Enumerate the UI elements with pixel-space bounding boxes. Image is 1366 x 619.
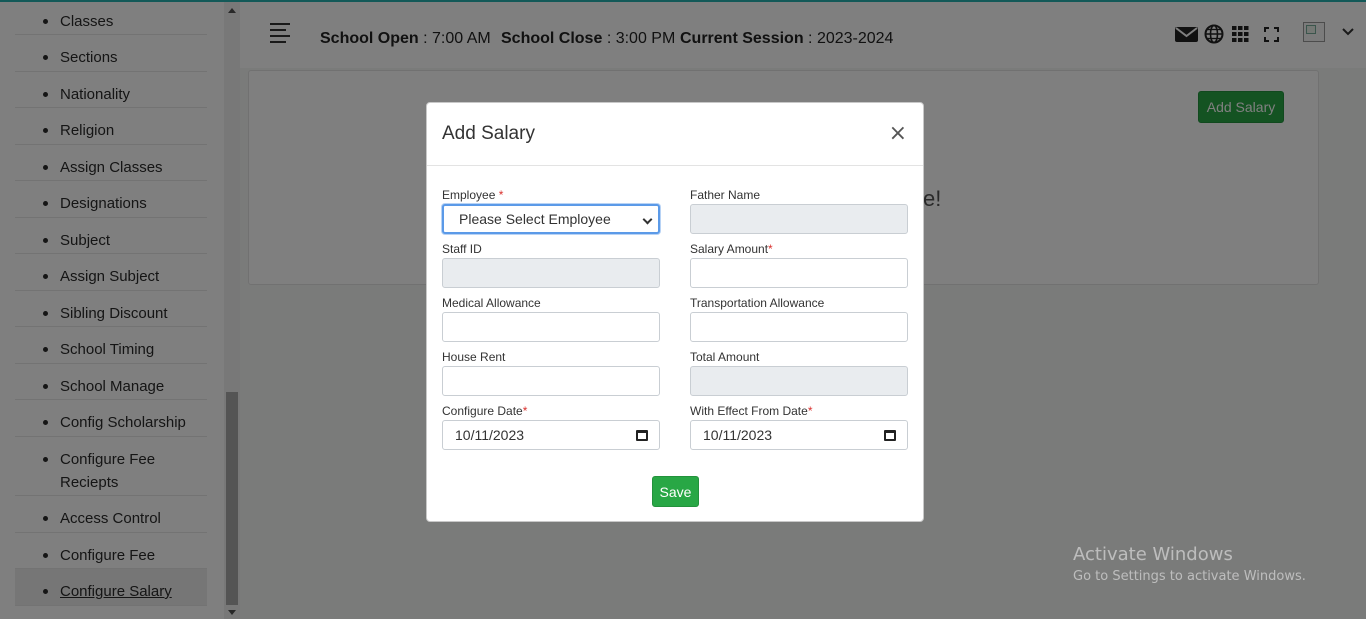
effect-date-field: With Effect From Date* 10/11/2023 [690, 404, 908, 450]
salary-amount-field: Salary Amount* [690, 242, 908, 288]
medical-allowance-field: Medical Allowance [442, 296, 660, 342]
modal-header: Add Salary × [427, 103, 923, 166]
house-rent-field: House Rent [442, 350, 660, 396]
watermark-subtitle: Go to Settings to activate Windows. [1073, 569, 1306, 584]
staff-id-label: Staff ID [442, 242, 482, 256]
configure-date-value: 10/11/2023 [455, 427, 525, 443]
salary-amount-input[interactable] [690, 258, 908, 288]
effect-date-value: 10/11/2023 [703, 427, 773, 443]
transportation-allowance-field: Transportation Allowance [690, 296, 908, 342]
activate-windows-watermark: Activate Windows Go to Settings to activ… [1073, 544, 1306, 584]
employee-field: Employee * Please Select Employee [442, 188, 660, 234]
father-name-input [690, 204, 908, 234]
medical-allowance-label: Medical Allowance [442, 296, 541, 310]
configure-date-label: Configure Date* [442, 404, 528, 418]
add-salary-modal: Add Salary × Employee * Please Select Em… [426, 102, 924, 522]
total-amount-field: Total Amount [690, 350, 908, 396]
transportation-allowance-input[interactable] [690, 312, 908, 342]
house-rent-label: House Rent [442, 350, 506, 364]
transportation-allowance-label: Transportation Allowance [690, 296, 825, 310]
salary-amount-label: Salary Amount* [690, 242, 773, 256]
calendar-icon[interactable] [884, 430, 896, 441]
calendar-icon[interactable] [636, 430, 648, 441]
employee-select-value: Please Select Employee [459, 211, 611, 227]
configure-date-input[interactable]: 10/11/2023 [442, 420, 660, 450]
total-amount-input [690, 366, 908, 396]
father-name-field: Father Name [690, 188, 908, 234]
father-name-label: Father Name [690, 188, 761, 202]
employee-select[interactable]: Please Select Employee [442, 204, 660, 234]
effect-date-label: With Effect From Date* [690, 404, 813, 418]
configure-date-field: Configure Date* 10/11/2023 [442, 404, 660, 450]
staff-id-input [442, 258, 660, 288]
effect-date-input[interactable]: 10/11/2023 [690, 420, 908, 450]
staff-id-field: Staff ID [442, 242, 660, 288]
chevron-down-icon [642, 214, 653, 225]
employee-label: Employee * [442, 188, 504, 202]
save-button[interactable]: Save [652, 476, 699, 507]
house-rent-input[interactable] [442, 366, 660, 396]
total-amount-label: Total Amount [690, 350, 760, 364]
close-icon[interactable]: × [889, 121, 907, 146]
medical-allowance-input[interactable] [442, 312, 660, 342]
watermark-title: Activate Windows [1073, 544, 1233, 565]
modal-title: Add Salary [442, 123, 535, 144]
